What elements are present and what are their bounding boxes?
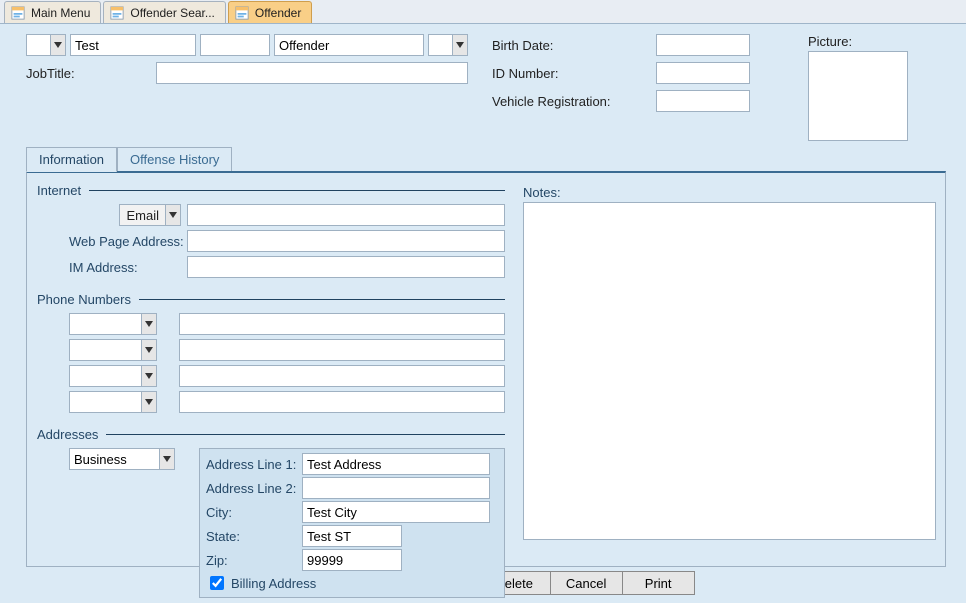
cancel-button[interactable]: Cancel [551, 571, 623, 595]
inner-tabstrip: Information Offense History [26, 147, 946, 172]
address-subform: Address Line 1: Address Line 2: City: [199, 448, 505, 598]
phone2-input[interactable] [179, 339, 505, 361]
picture-label: Picture: [808, 34, 966, 49]
jobtitle-label: JobTitle: [26, 66, 156, 81]
address-state-label: State: [206, 529, 298, 544]
idnumber-input[interactable] [656, 62, 750, 84]
address-type-input[interactable] [69, 448, 159, 470]
phone2-type-input[interactable] [69, 339, 141, 361]
last-name-input[interactable] [274, 34, 424, 56]
vehiclereg-input[interactable] [656, 90, 750, 112]
email-input[interactable] [187, 204, 505, 226]
address-line1-input[interactable] [302, 453, 490, 475]
vehiclereg-label: Vehicle Registration: [492, 94, 656, 109]
address-state-input[interactable] [302, 525, 402, 547]
form-icon [110, 6, 124, 20]
im-input[interactable] [187, 256, 505, 278]
prefix-dropdown-button[interactable] [50, 34, 66, 56]
document-tabstrip: Main Menu Offender Sear... Offender [0, 0, 966, 24]
tab-information[interactable]: Information [26, 147, 117, 172]
doc-tab-label: Offender Sear... [130, 6, 215, 20]
jobtitle-input[interactable] [156, 62, 468, 84]
suffix-dropdown-button[interactable] [452, 34, 468, 56]
notes-textarea[interactable] [523, 202, 936, 540]
phone-group-label: Phone Numbers [37, 292, 131, 307]
phone2-type-dropdown-button[interactable] [141, 339, 157, 361]
birthdate-input[interactable] [656, 34, 750, 56]
phone-group: Phone Numbers [37, 292, 505, 413]
webpage-input[interactable] [187, 230, 505, 252]
phone3-type-dropdown-button[interactable] [141, 365, 157, 387]
print-button[interactable]: Print [623, 571, 695, 595]
form-icon [235, 6, 249, 20]
address-line1-label: Address Line 1: [206, 457, 298, 472]
phone4-type-input[interactable] [69, 391, 141, 413]
address-line2-label: Address Line 2: [206, 481, 298, 496]
doc-tab-label: Main Menu [31, 6, 90, 20]
address-line2-input[interactable] [302, 477, 490, 499]
picture-box[interactable] [808, 51, 908, 141]
form-icon [11, 6, 25, 20]
address-city-input[interactable] [302, 501, 490, 523]
first-name-input[interactable] [70, 34, 196, 56]
doc-tab-main-menu[interactable]: Main Menu [4, 1, 101, 23]
doc-tab-offender[interactable]: Offender [228, 1, 312, 23]
doc-tab-offender-search[interactable]: Offender Sear... [103, 1, 226, 23]
form-body: JobTitle: Birth Date: ID Number: Vehicle… [0, 24, 966, 603]
phone1-type-input[interactable] [69, 313, 141, 335]
idnumber-label: ID Number: [492, 66, 656, 81]
address-zip-label: Zip: [206, 553, 298, 568]
address-type-dropdown-button[interactable] [159, 448, 175, 470]
phone3-type-input[interactable] [69, 365, 141, 387]
billing-address-checkbox[interactable] [210, 576, 224, 590]
internet-group-label: Internet [37, 183, 81, 198]
doc-tab-label: Offender [255, 6, 301, 20]
email-type-dropdown-button[interactable] [165, 204, 181, 226]
email-type-label: Email [119, 204, 165, 226]
webpage-label: Web Page Address: [37, 234, 187, 249]
address-zip-input[interactable] [302, 549, 402, 571]
tab-offense-history[interactable]: Offense History [117, 147, 232, 172]
addresses-group-label: Addresses [37, 427, 98, 442]
internet-group: Internet Email Web Page Address: IM [37, 183, 505, 278]
notes-label: Notes: [523, 185, 936, 200]
phone1-input[interactable] [179, 313, 505, 335]
billing-address-label: Billing Address [231, 576, 316, 591]
phone3-input[interactable] [179, 365, 505, 387]
phone4-input[interactable] [179, 391, 505, 413]
suffix-input[interactable] [428, 34, 452, 56]
im-label: IM Address: [37, 260, 187, 275]
phone1-type-dropdown-button[interactable] [141, 313, 157, 335]
name-row [26, 34, 486, 56]
prefix-input[interactable] [26, 34, 50, 56]
address-city-label: City: [206, 505, 298, 520]
middle-name-input[interactable] [200, 34, 270, 56]
addresses-group: Addresses Address Line 1: Address Line 2… [37, 427, 505, 598]
phone4-type-dropdown-button[interactable] [141, 391, 157, 413]
birthdate-label: Birth Date: [492, 38, 656, 53]
